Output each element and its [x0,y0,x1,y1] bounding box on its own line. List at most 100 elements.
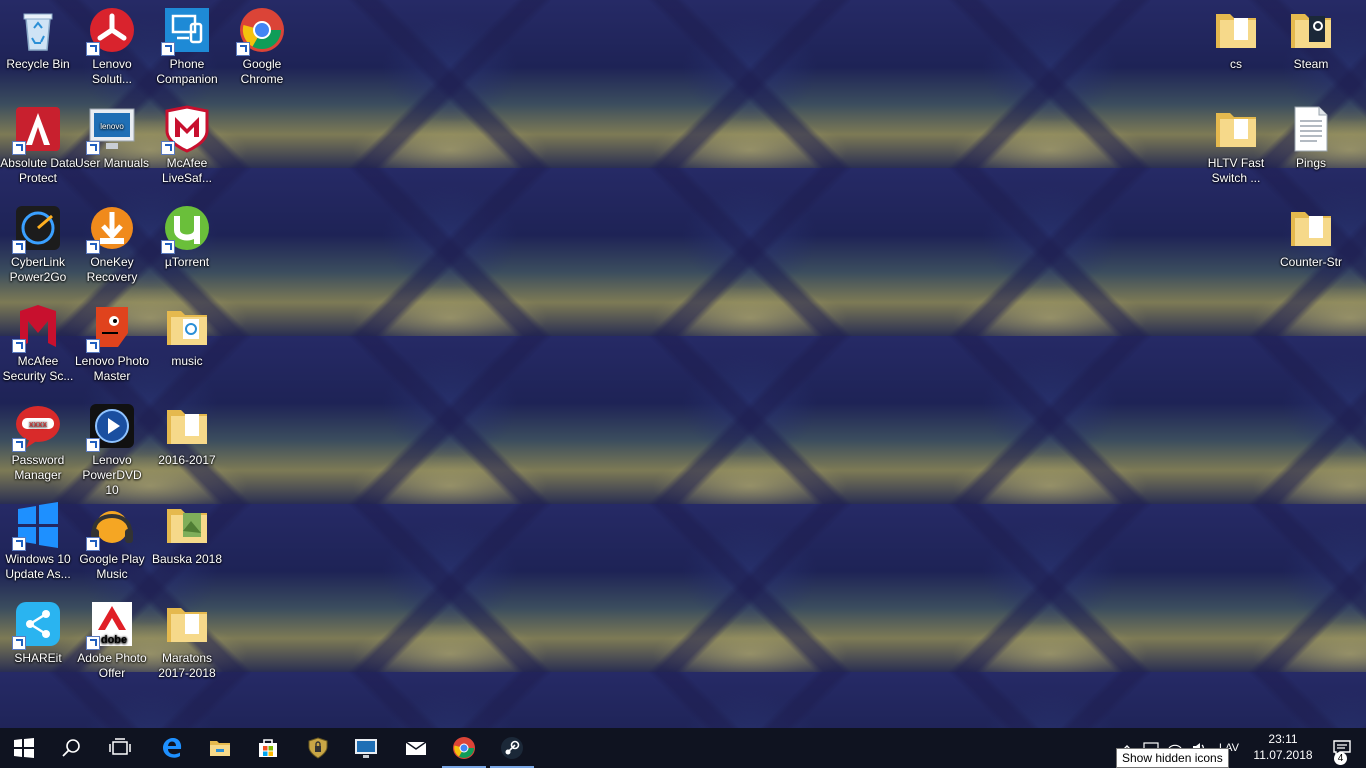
shortcut-arrow-icon [12,240,26,254]
shortcut-arrow-icon [12,339,26,353]
desktop[interactable]: Recycle Bin Absolute Data Protect CyberL… [0,0,1366,728]
password-manager-icon: xxxx [12,402,62,452]
clock[interactable]: 23:11 11.07.2018 [1248,728,1318,768]
desktop-icon-google-play-music[interactable]: Google Play Music [74,495,150,582]
desktop-icon-adobe-photo-offer[interactable]: dobe Adobe Photo Offer [74,594,150,681]
desktop-icon-label: Counter-Str [1279,255,1343,269]
desktop-icon-maratons[interactable]: Maratons 2017-2018 [149,594,225,681]
svg-text:dobe: dobe [101,634,127,646]
taskbar-lenovo[interactable] [342,728,390,768]
shortcut-arrow-icon [86,240,100,254]
shortcut-arrow-icon [161,240,175,254]
shortcut-arrow-icon [86,141,100,155]
taskbar-chrome[interactable] [440,728,488,768]
shortcut-arrow-icon [161,141,175,155]
desktop-icon-label: Lenovo Photo Master [74,354,150,383]
desktop-icon-label: Google Chrome [240,57,284,86]
taskbar-file-explorer[interactable] [196,728,244,768]
shortcut-arrow-icon [161,42,175,56]
desktop-icon-label: Google Play Music [79,552,145,581]
document-icon [1287,105,1335,153]
desktop-icon-folder-2016-2017[interactable]: 2016-2017 [149,396,225,468]
folder-icon [163,501,211,549]
desktop-icon-phone-companion[interactable]: Phone Companion [149,0,225,87]
edge-icon [163,738,182,758]
tooltip-show-hidden-icons: Show hidden icons [1116,748,1229,768]
desktop-icon-label: Pings [1295,156,1327,170]
desktop-icon-cs[interactable]: cs [1198,0,1274,72]
shield-icon [308,737,328,759]
desktop-icon-label: Windows 10 Update As... [5,552,71,581]
desktop-icon-google-chrome[interactable]: Google Chrome [224,0,300,87]
desktop-icon-label: µTorrent [164,255,210,269]
shortcut-arrow-icon [236,42,250,56]
folder-icon [1287,6,1335,54]
task-view-icon [109,738,131,755]
desktop-icon-user-manuals[interactable]: lenovo User Manuals [74,99,150,171]
desktop-icon-pings[interactable]: Pings [1273,99,1349,171]
folder-icon [1212,105,1260,153]
shortcut-arrow-icon [86,42,100,56]
desktop-icon-shareit[interactable]: SHAREit [0,594,76,666]
desktop-icon-recycle-bin[interactable]: Recycle Bin [0,0,76,72]
desktop-icon-steam-folder[interactable]: Steam [1273,0,1349,72]
taskbar-edge[interactable] [148,728,196,768]
search-button[interactable] [48,728,96,768]
desktop-icon-label: Adobe Photo Offer [77,651,147,680]
desktop-icon-label: Bauska 2018 [151,552,223,566]
desktop-icon-label: OneKey Recovery [86,255,138,284]
power2go-icon [12,204,62,254]
windows-icon [12,501,62,551]
desktop-icon-label: McAfee Security Sc... [2,354,74,383]
desktop-icon-label: Password Manager [11,453,65,482]
desktop-icon-absolute-data-protect[interactable]: Absolute Data Protect [0,99,76,186]
desktop-icon-utorrent[interactable]: µTorrent [149,198,225,270]
desktop-icon-label: McAfee LiveSaf... [161,156,213,185]
desktop-icon-mcafee-livesafe[interactable]: McAfee LiveSaf... [149,99,225,186]
folder-icon [163,303,211,351]
clock-date: 11.07.2018 [1253,748,1313,762]
desktop-icon-hltv-fast-switch[interactable]: HLTV Fast Switch ... [1198,99,1274,186]
desktop-icon-counter-strike[interactable]: Counter-Str [1273,198,1349,270]
desktop-icon-lenovo-powerdvd[interactable]: Lenovo PowerDVD 10 [74,396,150,498]
monitor-icon: lenovo [86,105,136,155]
desktop-icon-label: Steam [1293,57,1329,71]
shortcut-arrow-icon [12,537,26,551]
powerdvd-icon [86,402,136,452]
windows-start-icon [14,738,34,758]
desktop-icon-mcafee-security-scan[interactable]: McAfee Security Sc... [0,297,76,384]
desktop-icon-label: music [171,354,203,368]
desktop-icon-label: Phone Companion [156,57,218,86]
recycle-bin-icon [14,6,62,54]
taskbar-mail[interactable] [392,728,440,768]
desktop-icon-bauska-2018[interactable]: Bauska 2018 [149,495,225,567]
desktop-icon-lenovo-photo-master[interactable]: Lenovo Photo Master [74,297,150,384]
taskbar-store[interactable] [244,728,292,768]
desktop-icon-label: HLTV Fast Switch ... [1207,156,1265,185]
desktop-icon-onekey-recovery[interactable]: OneKey Recovery [74,198,150,285]
shortcut-arrow-icon [12,636,26,650]
desktop-icon-password-manager[interactable]: xxxx Password Manager [0,396,76,483]
desktop-icon-music[interactable]: music [149,297,225,369]
photo-master-icon [86,303,136,353]
desktop-icon-label: Maratons 2017-2018 [158,651,216,680]
shortcut-arrow-icon [86,438,100,452]
chrome-icon [236,6,286,56]
folder-icon [1212,6,1260,54]
taskbar-security[interactable] [294,728,342,768]
desktop-icon-label: 2016-2017 [158,453,216,467]
folder-icon [163,600,211,648]
desktop-icon-label: Lenovo PowerDVD 10 [82,453,142,497]
start-button[interactable] [0,728,48,768]
shortcut-arrow-icon [86,636,100,650]
task-view-button[interactable] [96,728,144,768]
desktop-icon-windows-10-update[interactable]: Windows 10 Update As... [0,495,76,582]
desktop-icon-cyberlink-power2go[interactable]: CyberLink Power2Go [0,198,76,285]
taskbar-steam[interactable] [488,728,536,768]
absolute-icon [12,105,62,155]
mcafee-icon [12,303,62,353]
lenovo-solution-icon [86,6,136,56]
desktop-icon-lenovo-solution[interactable]: Lenovo Soluti... [74,0,150,87]
monitor-icon [355,739,377,758]
mcafee-shield-icon [161,105,211,155]
